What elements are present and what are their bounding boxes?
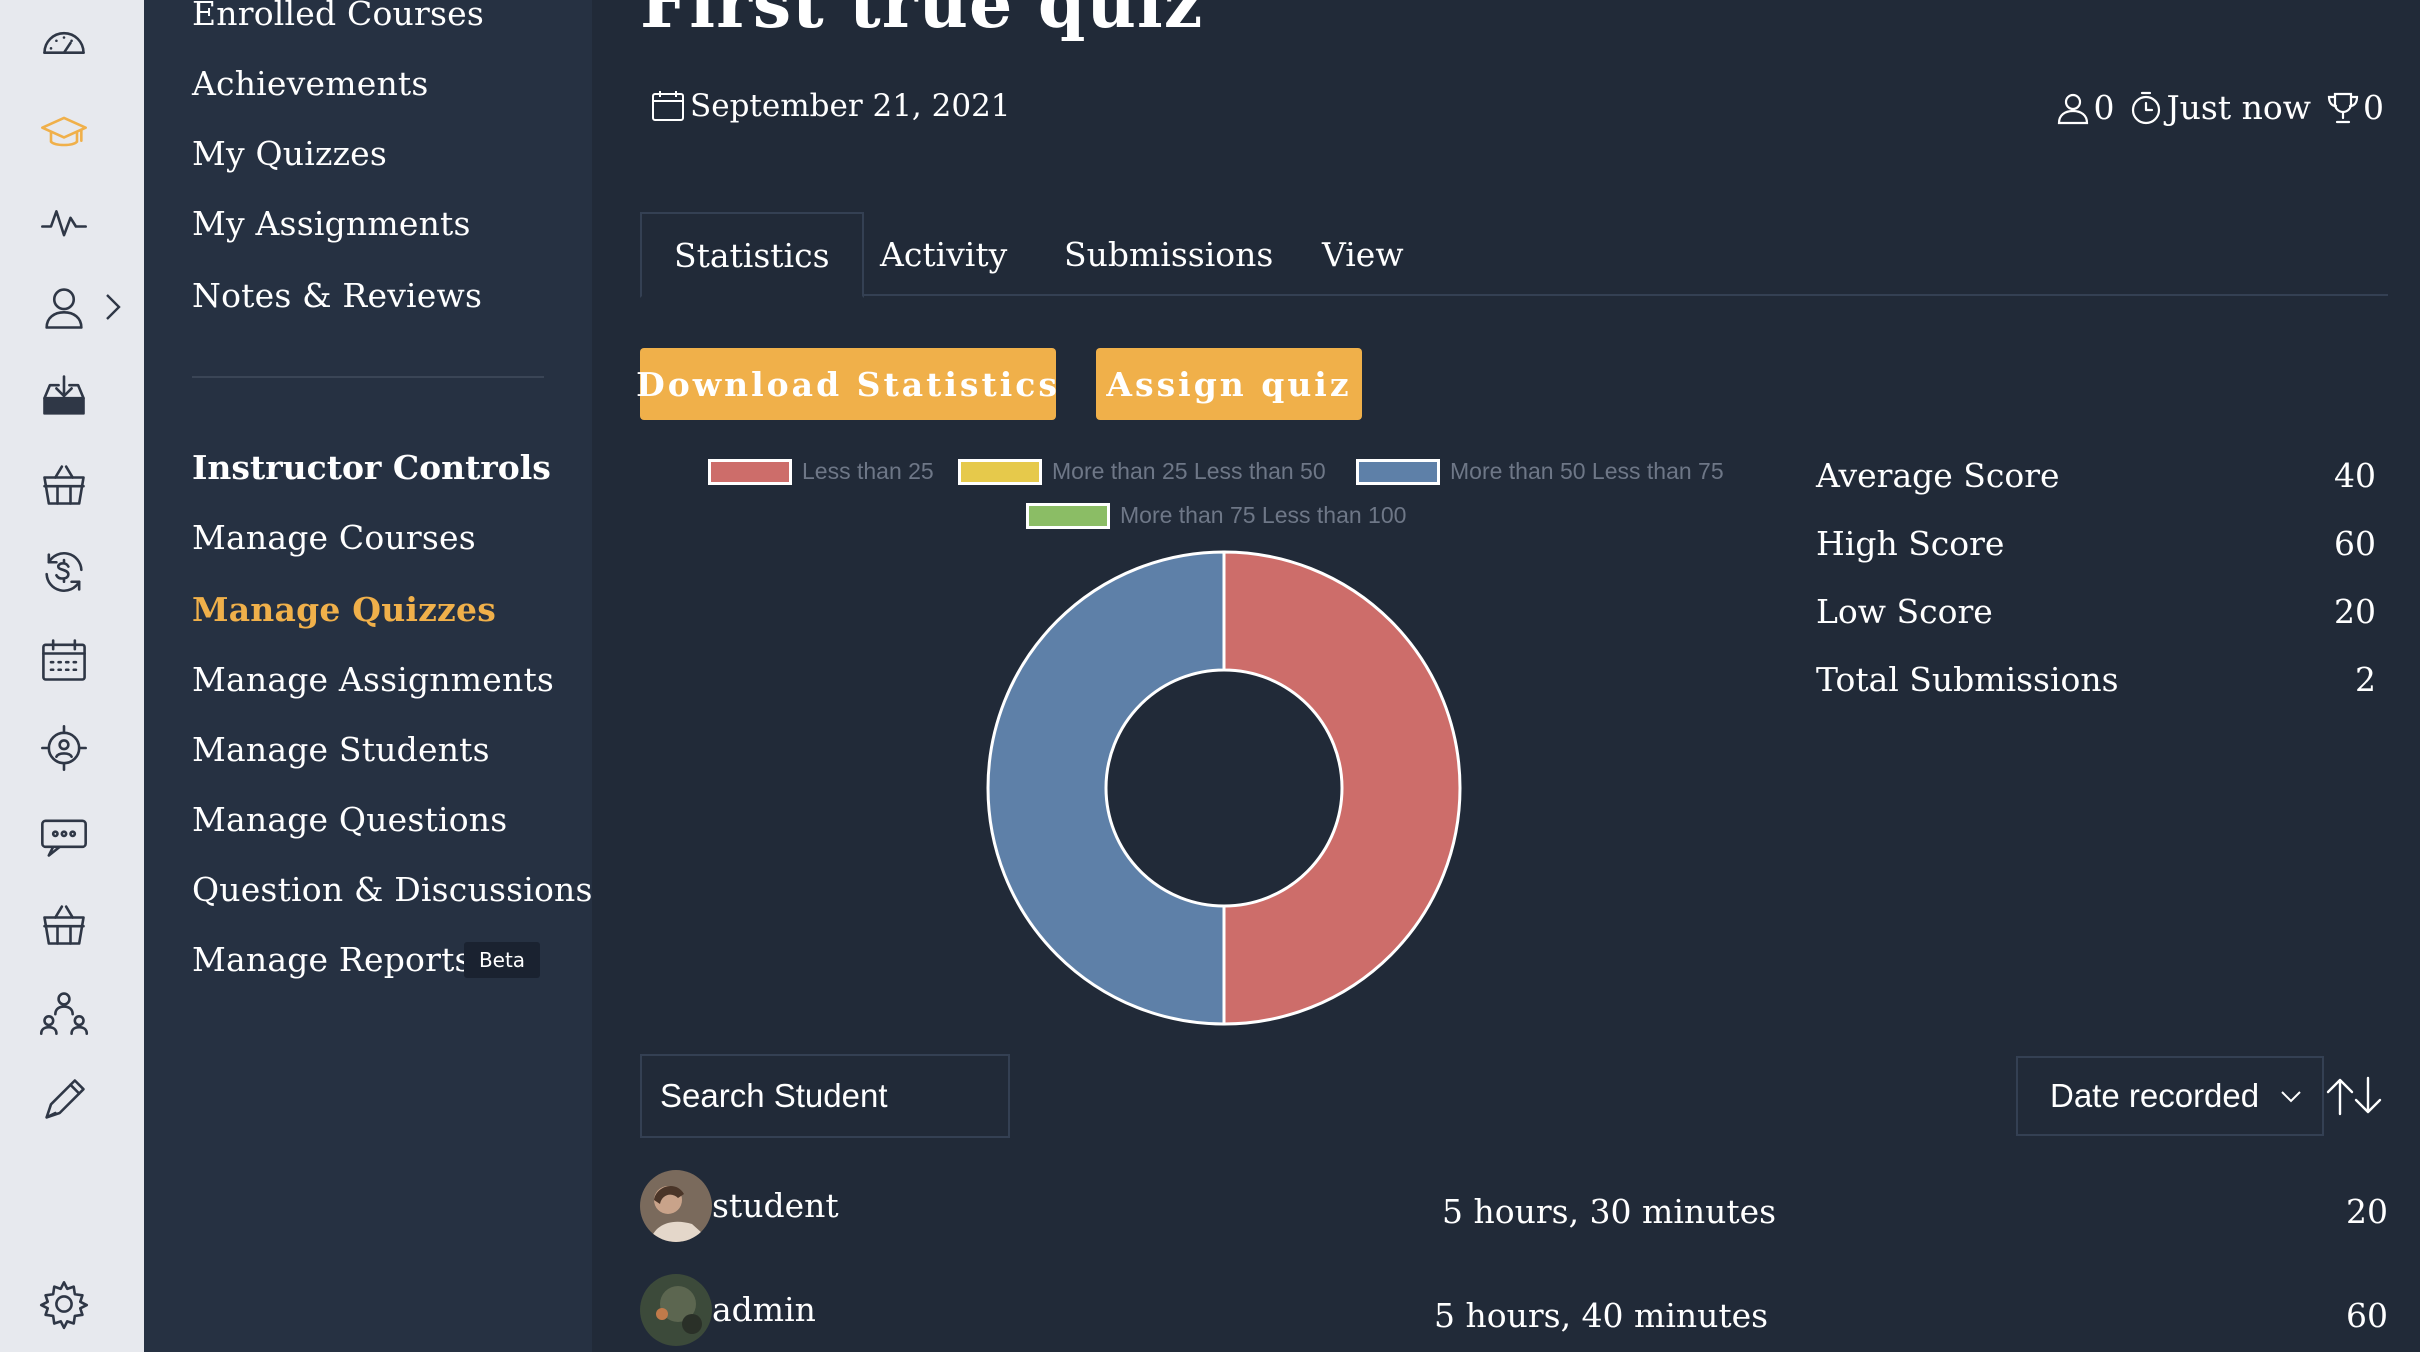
submission-time: 5 hours, 30 minutes [1442, 1192, 1777, 1231]
chart-slice[interactable] [1222, 550, 1462, 1026]
quiz-time: Just now [2166, 88, 2311, 127]
menu-item-manage-students[interactable]: Manage Students [192, 730, 490, 769]
quiz-meta: 0 Just now 0 [2047, 88, 2384, 127]
tab-submissions[interactable]: Submissions [1064, 212, 1273, 296]
stat-value: 60 [2334, 524, 2376, 563]
stat-label: Total Submissions [1816, 660, 2119, 699]
sort-select[interactable]: Date recorded [2016, 1056, 2324, 1136]
stat-average-score: Average Score 40 [1816, 456, 2376, 495]
stat-label: High Score [1816, 524, 2005, 563]
stat-label: Average Score [1816, 456, 2060, 495]
menu-item-enrolled-courses[interactable]: Enrolled Courses [192, 0, 484, 33]
tab-statistics[interactable]: Statistics [640, 212, 864, 298]
menu-item-my-assignments[interactable]: My Assignments [192, 204, 471, 243]
download-tray-icon[interactable] [32, 364, 96, 428]
sort-arrows-icon [2326, 1076, 2382, 1116]
quiz-tabs: Statistics Activity Submissions View [640, 212, 2388, 298]
trophy-icon [2327, 92, 2359, 123]
legend-item[interactable]: More than 25 Less than 50 [958, 458, 1326, 485]
icon-rail [0, 0, 144, 1352]
menu-item-achievements[interactable]: Achievements [192, 64, 429, 103]
avatar [640, 1170, 712, 1242]
gear-icon[interactable] [32, 1272, 96, 1336]
sort-selected-value: Date recorded [2050, 1077, 2260, 1114]
page-title: First true quiz [640, 0, 1204, 44]
chart-slice[interactable] [986, 550, 1226, 1026]
submission-name: admin [712, 1290, 816, 1329]
quiz-date-text: September 21, 2021 [690, 88, 1011, 124]
legend-swatch [958, 458, 1042, 485]
submission-score: 20 [2346, 1192, 2388, 1231]
legend-item[interactable]: More than 50 Less than 75 [1356, 458, 1724, 485]
calendar-icon [652, 91, 684, 121]
score-distribution-chart [986, 550, 1462, 1026]
search-student-input[interactable] [660, 1077, 1008, 1115]
graduation-cap-icon[interactable] [32, 100, 96, 164]
chat-bubble-icon[interactable] [32, 804, 96, 868]
download-statistics-button[interactable]: Download Statistics [636, 348, 1057, 420]
tab-view[interactable]: View [1322, 212, 1404, 296]
stopwatch-icon [2132, 91, 2161, 124]
stat-value: 40 [2334, 456, 2376, 495]
menu-item-manage-quizzes[interactable]: Manage Quizzes [192, 590, 496, 629]
stat-label: Low Score [1816, 592, 1993, 631]
submission-time: 5 hours, 40 minutes [1434, 1296, 1769, 1335]
instructor-controls-heading: Instructor Controls [192, 448, 551, 487]
stat-total-submissions: Total Submissions 2 [1816, 660, 2376, 699]
avatar [640, 1274, 712, 1346]
dashboard-icon[interactable] [32, 12, 96, 76]
menu-item-my-quizzes[interactable]: My Quizzes [192, 134, 387, 173]
legend-label: More than 25 Less than 50 [1052, 458, 1326, 484]
submission-row[interactable]: admin 5 hours, 40 minutes 60 [640, 1274, 2388, 1350]
pencil-icon[interactable] [32, 1068, 96, 1132]
stat-low-score: Low Score 20 [1816, 592, 2376, 631]
user-outline-icon [2058, 93, 2089, 124]
menu-item-notes-reviews[interactable]: Notes & Reviews [192, 276, 482, 315]
menu-divider [192, 376, 544, 378]
chevron-down-icon [2281, 1091, 2301, 1103]
menu-item-manage-reports[interactable]: Manage Reports [192, 940, 472, 979]
calendar-grid-icon[interactable] [32, 628, 96, 692]
assign-quiz-button[interactable]: Assign quiz [1096, 348, 1362, 420]
legend-swatch [708, 458, 792, 485]
currency-exchange-icon[interactable] [32, 540, 96, 604]
tab-activity[interactable]: Activity [880, 212, 1007, 296]
legend-swatch [1026, 502, 1110, 529]
menu-item-manage-courses[interactable]: Manage Courses [192, 518, 476, 557]
sort-direction-toggle[interactable] [2322, 1074, 2386, 1118]
target-user-icon[interactable] [32, 716, 96, 780]
legend-item[interactable]: More than 75 Less than 100 [1026, 502, 1406, 529]
legend-label: More than 50 Less than 75 [1450, 458, 1724, 484]
search-student-field[interactable] [640, 1054, 1010, 1138]
quiz-date: September 21, 2021 [650, 88, 1011, 124]
stat-value: 20 [2334, 592, 2376, 631]
users-group-icon[interactable] [32, 980, 96, 1044]
submission-row[interactable]: student 5 hours, 30 minutes 20 [640, 1170, 2388, 1246]
menu-item-manage-assignments[interactable]: Manage Assignments [192, 660, 554, 699]
menu-item-question-discussions[interactable]: Question & Discussions [192, 870, 593, 909]
stat-value: 2 [2355, 660, 2376, 699]
legend-label: Less than 25 [802, 458, 934, 484]
submission-score: 60 [2346, 1296, 2388, 1335]
basket-icon[interactable] [32, 892, 96, 956]
activity-icon[interactable] [32, 188, 96, 252]
legend-label: More than 75 Less than 100 [1120, 502, 1407, 528]
submission-name: student [712, 1186, 839, 1225]
menu-item-manage-questions[interactable]: Manage Questions [192, 800, 507, 839]
legend-item[interactable]: Less than 25 [708, 458, 934, 485]
stat-high-score: High Score 60 [1816, 524, 2376, 563]
dashboard-menu: Enrolled Courses Achievements My Quizzes… [144, 0, 592, 1352]
trophy-count: 0 [2363, 88, 2384, 127]
attempts-count: 0 [2093, 88, 2115, 127]
legend-swatch [1356, 458, 1440, 485]
beta-badge: Beta [464, 942, 540, 978]
chevron-right-icon[interactable] [96, 290, 130, 324]
user-icon[interactable] [32, 276, 96, 340]
basket-icon[interactable] [32, 452, 96, 516]
